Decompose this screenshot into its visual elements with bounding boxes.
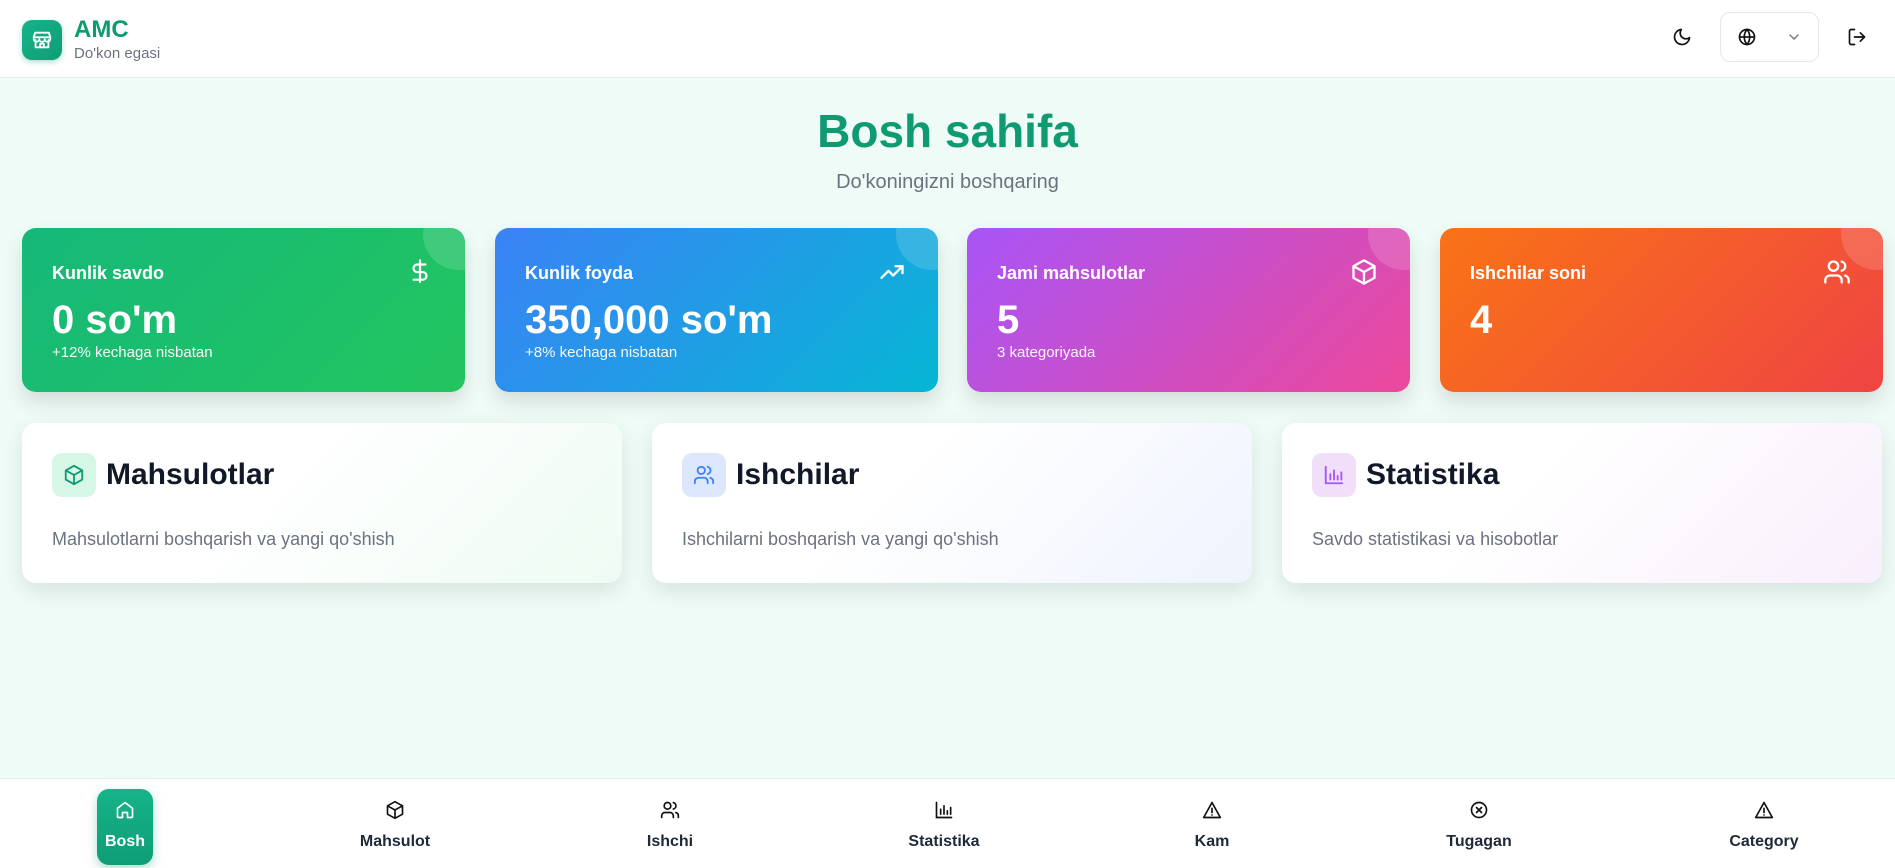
stat-label: Jami mahsulotlar (997, 263, 1146, 283)
nav-item-products[interactable]: Mahsulot (325, 789, 465, 863)
stat-note: 3 kategoriyada (997, 344, 1096, 361)
nav-item-statistics[interactable]: Statistika (874, 789, 1014, 863)
card-description: Mahsulotlarni boshqarish va yangi qo'shi… (52, 529, 395, 549)
nav-item-home[interactable]: Bosh (55, 789, 195, 863)
nav-label: Ishchi (646, 833, 694, 850)
dollar-icon (407, 258, 433, 289)
stat-label: Kunlik foyda (525, 263, 634, 283)
store-icon (22, 19, 62, 60)
products-card[interactable]: Mahsulotlar Mahsulotlarni boshqarish va … (22, 423, 622, 583)
card-description: Ishchilarni boshqarish va yangi qo'shish (682, 529, 999, 549)
stat-note: +12% kechaga nisbatan (52, 344, 213, 361)
nav-item-workers[interactable]: Ishchi (600, 789, 740, 863)
nav-item-out-of-stock[interactable]: Tugagan (1409, 789, 1549, 863)
nav-label: Tugagan (1446, 833, 1512, 850)
moon-icon (1673, 28, 1691, 46)
language-select[interactable] (1720, 12, 1819, 62)
stat-label: Kunlik savdo (52, 263, 165, 283)
stat-card-daily-sales: Kunlik savdo 0 so'm +12% kechaga nisbata… (22, 228, 465, 392)
box-icon (52, 453, 96, 497)
nav-label: Bosh (105, 833, 145, 850)
stat-card-total-products: Jami mahsulotlar 5 3 kategoriyada (967, 228, 1410, 392)
warning-icon (1754, 795, 1774, 825)
app-title: AMC (74, 16, 129, 43)
card-title: Mahsulotlar (106, 458, 275, 491)
app-subtitle: Do'kon egasi (74, 45, 161, 62)
page-title: Bosh sahifa (817, 105, 1078, 157)
trending-up-icon (878, 258, 906, 291)
stat-value: 0 so'm (52, 298, 178, 342)
theme-toggle-button[interactable] (1666, 21, 1698, 53)
top-header: AMC Do'kon egasi (0, 0, 1895, 78)
card-title: Statistika (1366, 458, 1500, 491)
box-icon (1350, 258, 1378, 291)
card-title: Ishchilar (736, 458, 860, 491)
bar-chart-icon (1312, 453, 1356, 497)
stat-label: Ishchilar soni (1470, 263, 1587, 283)
nav-label: Kam (1194, 833, 1230, 850)
nav-label: Mahsulot (359, 833, 431, 850)
chevron-down-icon (1789, 34, 1799, 40)
workers-card[interactable]: Ishchilar Ishchilarni boshqarish va yang… (652, 423, 1252, 583)
stat-value: 5 (997, 298, 1020, 342)
stat-value: 4 (1470, 298, 1493, 342)
statistics-card[interactable]: Statistika Savdo statistikasi va hisobot… (1282, 423, 1882, 583)
globe-icon (1738, 28, 1756, 46)
users-icon (1823, 258, 1851, 291)
stat-card-daily-profit: Kunlik foyda 350,000 so'm +8% kechaga ni… (495, 228, 938, 392)
nav-label: Category (1729, 833, 1799, 850)
card-description: Savdo statistikasi va hisobotlar (1312, 529, 1559, 549)
users-icon (660, 795, 680, 825)
bottom-nav: Bosh Mahsulot Ishchi Statistika Kam Tuga… (0, 778, 1895, 868)
stat-note: +8% kechaga nisbatan (525, 344, 678, 361)
brand[interactable]: AMC Do'kon egasi (22, 17, 160, 62)
page-subtitle: Do'koningizni boshqaring (836, 171, 1059, 193)
home-icon (115, 795, 135, 825)
bar-chart-icon (934, 795, 954, 825)
stat-card-workers-count: Ishchilar soni 4 (1440, 228, 1883, 392)
logout-button[interactable] (1841, 21, 1873, 53)
users-icon (682, 453, 726, 497)
x-circle-icon (1469, 795, 1489, 825)
box-icon (385, 795, 405, 825)
warning-icon (1202, 795, 1222, 825)
logout-icon (1848, 28, 1866, 46)
nav-label: Statistika (908, 833, 980, 850)
nav-item-low-stock[interactable]: Kam (1142, 789, 1282, 863)
nav-item-category[interactable]: Category (1694, 789, 1834, 863)
stat-value: 350,000 so'm (525, 298, 773, 342)
